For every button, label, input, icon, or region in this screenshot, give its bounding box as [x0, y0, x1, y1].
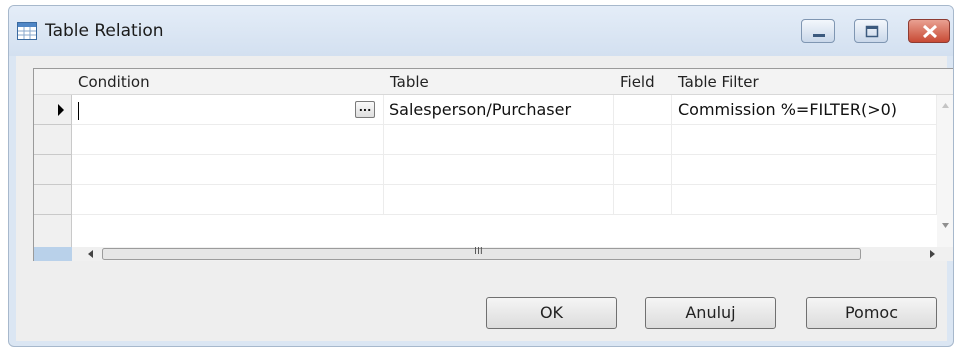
- table-relation-window: Table Relation Condition Table Field Tab…: [8, 5, 954, 347]
- field-cell[interactable]: [614, 155, 672, 185]
- text-cursor: [78, 101, 79, 120]
- close-icon: [922, 24, 938, 39]
- window-title: Table Relation: [45, 21, 164, 41]
- relation-grid: Condition Table Field Table Filter ... S…: [33, 68, 953, 261]
- table-cell[interactable]: [384, 125, 614, 155]
- field-cell[interactable]: [614, 125, 672, 155]
- selected-corner-cell[interactable]: [34, 247, 72, 261]
- maximize-icon: [865, 25, 879, 38]
- table-filter-cell[interactable]: [672, 155, 937, 185]
- column-header-label: Table Filter: [678, 73, 759, 91]
- cancel-button[interactable]: Anuluj: [645, 297, 776, 329]
- help-button[interactable]: Pomoc: [806, 297, 937, 329]
- field-cell[interactable]: [614, 185, 672, 215]
- header-corner: [34, 69, 72, 95]
- vertical-scrollbar-arrows: [942, 103, 949, 228]
- dialog-body: Condition Table Field Table Filter ... S…: [16, 56, 953, 341]
- table-icon: [17, 22, 37, 40]
- maximize-button[interactable]: [854, 19, 888, 43]
- table-filter-cell[interactable]: [672, 125, 937, 155]
- minimize-button[interactable]: [801, 19, 835, 43]
- ok-button[interactable]: OK: [486, 297, 617, 329]
- column-header-field[interactable]: Field: [614, 69, 672, 95]
- table-cell[interactable]: Salesperson/Purchaser: [384, 95, 614, 125]
- scroll-thumb-grip: III: [474, 246, 483, 257]
- row-selector[interactable]: [34, 155, 72, 185]
- column-header-table[interactable]: Table: [384, 69, 614, 95]
- scroll-left-arrow-icon[interactable]: [88, 250, 93, 258]
- row-selector[interactable]: [34, 95, 72, 125]
- condition-cell[interactable]: ...: [72, 95, 384, 125]
- table-cell[interactable]: [384, 185, 614, 215]
- close-button[interactable]: [908, 19, 950, 43]
- row-selector[interactable]: [34, 125, 72, 155]
- row-selector[interactable]: [34, 185, 72, 215]
- condition-cell[interactable]: [72, 185, 384, 215]
- scroll-down-arrow-icon[interactable]: [942, 223, 949, 228]
- column-header-condition[interactable]: Condition: [72, 69, 384, 95]
- assist-edit-button[interactable]: ...: [355, 101, 375, 118]
- condition-cell[interactable]: [72, 125, 384, 155]
- scroll-up-arrow-icon[interactable]: [942, 103, 949, 108]
- horizontal-scrollbar[interactable]: III: [34, 246, 953, 261]
- scroll-right-arrow-icon[interactable]: [930, 250, 935, 258]
- row-selector-filler: [34, 215, 72, 247]
- current-row-arrow-icon: [58, 104, 64, 116]
- table-filter-cell[interactable]: Commission %=FILTER(>0): [672, 95, 937, 125]
- vertical-scrollbar[interactable]: [937, 95, 953, 247]
- column-header-label: Field: [620, 73, 655, 91]
- column-header-label: Condition: [78, 73, 150, 91]
- horizontal-scrollbar-track: [88, 248, 935, 260]
- field-cell[interactable]: [614, 95, 672, 125]
- table-filter-cell[interactable]: [672, 185, 937, 215]
- column-header-label: Table: [390, 73, 429, 91]
- title-bar[interactable]: Table Relation: [9, 6, 953, 56]
- table-cell[interactable]: [384, 155, 614, 185]
- column-header-table-filter[interactable]: Table Filter: [672, 69, 953, 95]
- condition-cell[interactable]: [72, 155, 384, 185]
- minimize-icon: [813, 34, 825, 37]
